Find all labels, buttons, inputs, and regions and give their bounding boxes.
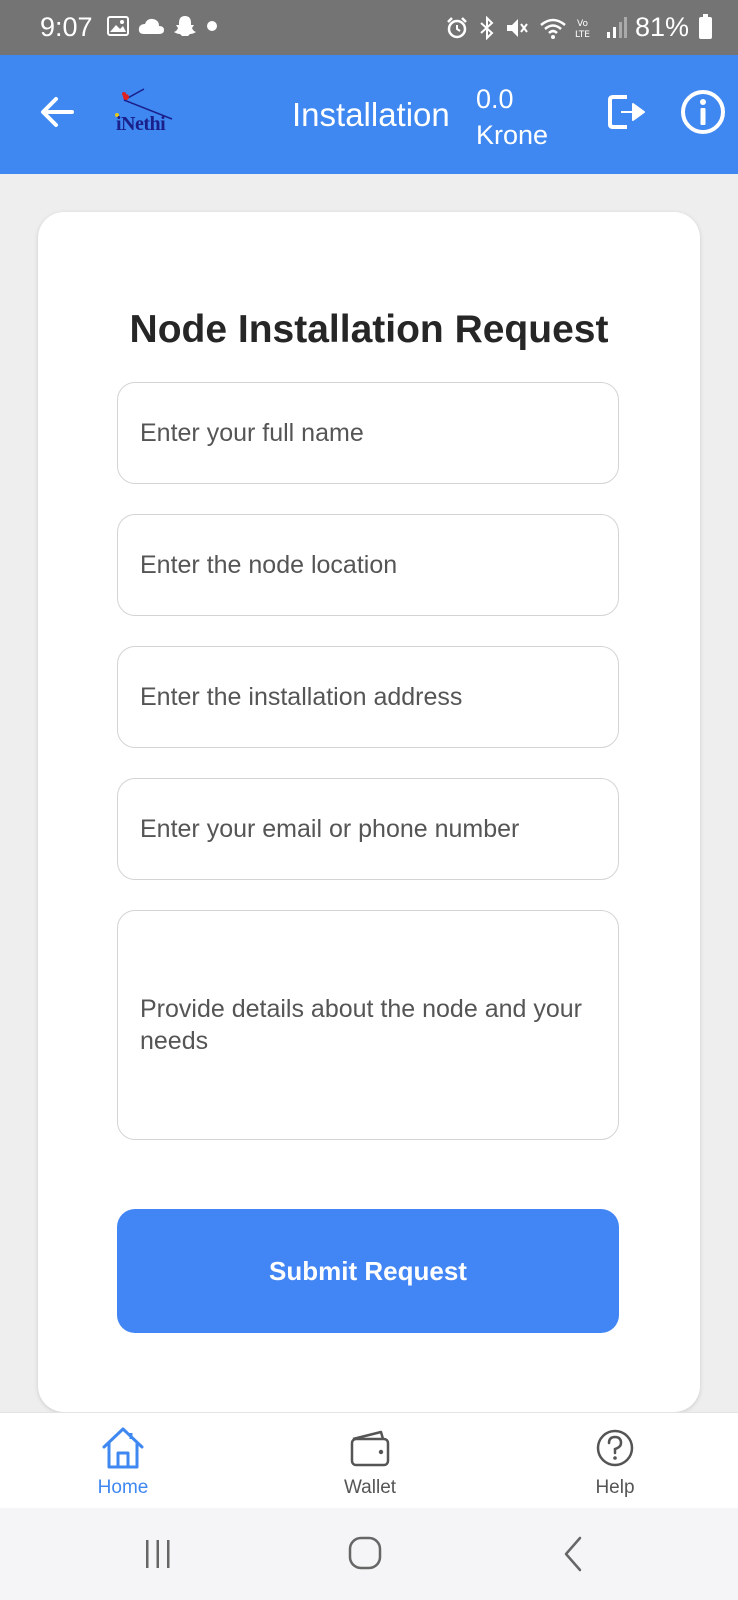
nav-help-label: Help bbox=[595, 1477, 635, 1498]
balance-currency: Krone bbox=[476, 120, 549, 150]
status-bar: 9:07 Vo LTE 81% bbox=[0, 0, 738, 55]
battery-icon bbox=[699, 13, 712, 39]
installation-address-input[interactable]: Enter the installation address bbox=[117, 646, 619, 748]
nav-home[interactable]: Home bbox=[53, 1423, 193, 1507]
snapchat-icon bbox=[174, 16, 196, 36]
logout-icon[interactable] bbox=[605, 91, 647, 133]
inethi-logo: iNethi bbox=[114, 85, 180, 145]
gallery-icon bbox=[107, 16, 129, 36]
home-icon bbox=[102, 1427, 144, 1469]
node-details-textarea[interactable]: Provide details about the node and your … bbox=[117, 910, 619, 1140]
cloud-icon bbox=[138, 18, 164, 34]
info-icon[interactable] bbox=[679, 88, 727, 136]
signal-icon bbox=[606, 16, 627, 38]
status-time: 9:07 bbox=[40, 12, 93, 42]
home-button-icon[interactable] bbox=[340, 1532, 390, 1576]
wifi-icon bbox=[540, 18, 566, 39]
form-card: Node Installation Request Enter your ful… bbox=[38, 212, 700, 1412]
screen-title: Installation bbox=[292, 96, 450, 133]
node-location-input[interactable]: Enter the node location bbox=[117, 514, 619, 616]
balance-amount: 0.0 bbox=[476, 84, 514, 114]
contact-input[interactable]: Enter your email or phone number bbox=[117, 778, 619, 880]
bluetooth-icon bbox=[480, 15, 494, 40]
svg-text:Vo: Vo bbox=[577, 19, 588, 29]
status-left-icons bbox=[107, 14, 219, 38]
battery-percent: 81% bbox=[634, 12, 689, 42]
nav-help[interactable]: Help bbox=[545, 1423, 685, 1507]
svg-text:LTE: LTE bbox=[575, 30, 590, 40]
system-nav-bar bbox=[0, 1508, 738, 1600]
nav-wallet[interactable]: Wallet bbox=[300, 1423, 440, 1507]
bottom-nav: Home Wallet Help bbox=[0, 1412, 738, 1508]
recent-apps-icon[interactable] bbox=[133, 1532, 183, 1576]
volte-icon: VoLTE bbox=[575, 19, 590, 40]
mute-icon bbox=[506, 18, 528, 37]
dot-icon bbox=[207, 21, 217, 31]
nav-home-label: Home bbox=[97, 1477, 149, 1498]
back-arrow-icon[interactable] bbox=[36, 91, 78, 133]
app-bar: iNethi Installation 0.0 Krone bbox=[0, 55, 738, 174]
submit-request-button[interactable]: Submit Request bbox=[117, 1209, 619, 1333]
wallet-balance: 0.0 Krone bbox=[476, 81, 548, 153]
form-title: Node Installation Request bbox=[129, 308, 609, 351]
full-name-input[interactable]: Enter your full name bbox=[117, 382, 619, 484]
status-right-icons: Vo LTE 81% bbox=[445, 12, 712, 43]
back-icon[interactable] bbox=[548, 1532, 598, 1576]
wallet-icon bbox=[350, 1430, 390, 1467]
help-icon bbox=[596, 1429, 634, 1467]
nav-wallet-label: Wallet bbox=[343, 1477, 397, 1498]
alarm-icon bbox=[447, 16, 467, 38]
logo-text: iNethi bbox=[116, 113, 166, 135]
